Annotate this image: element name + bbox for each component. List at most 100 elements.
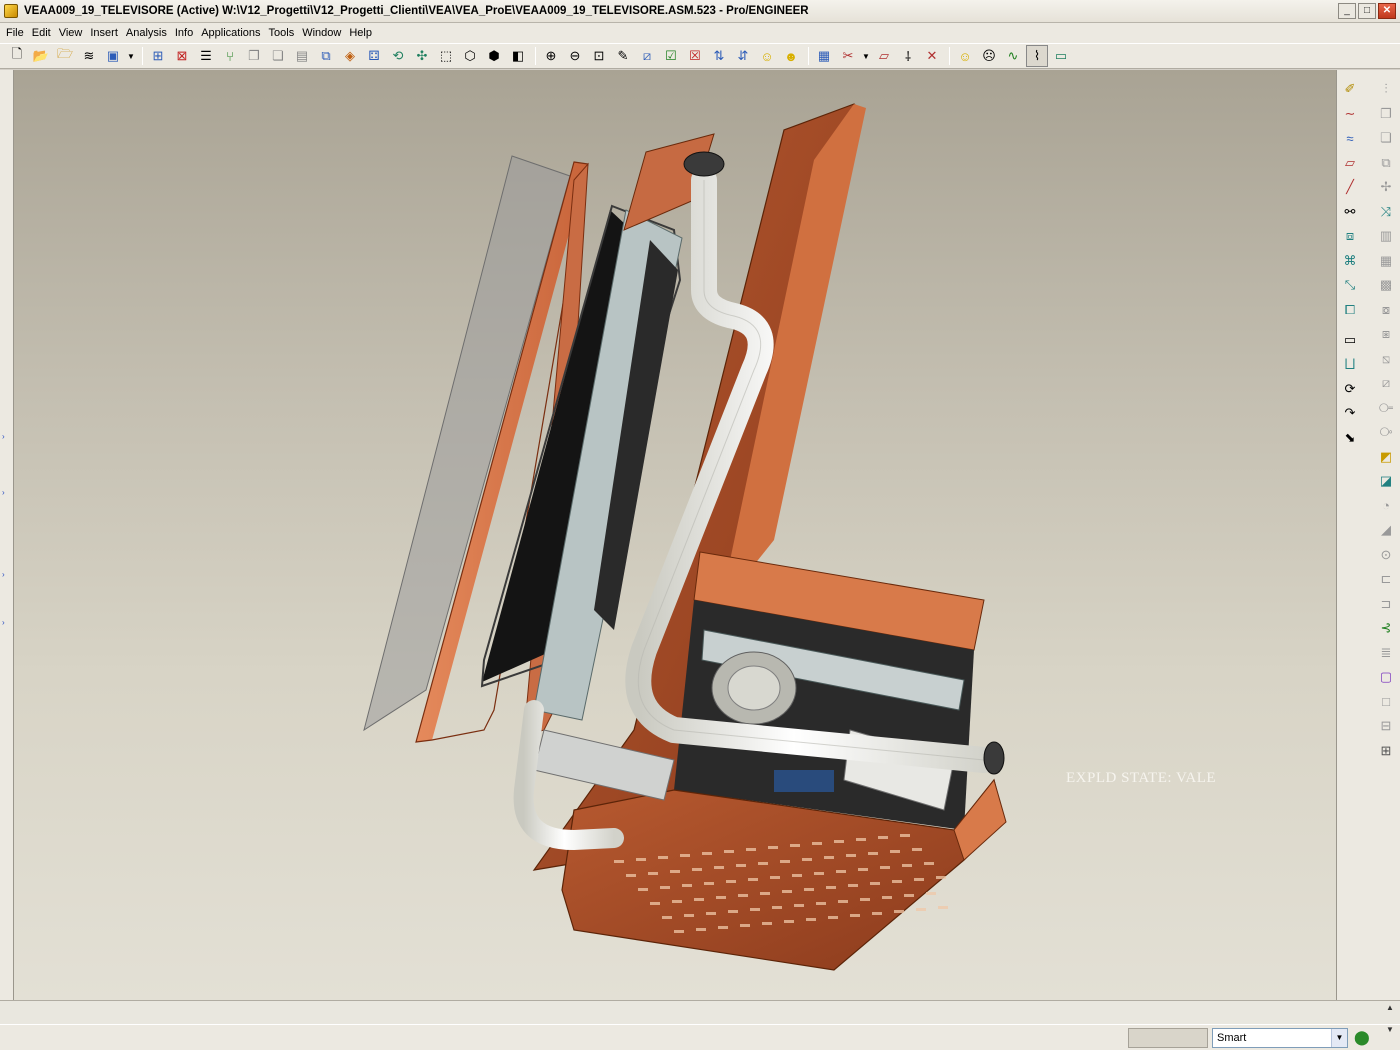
- datum-icon[interactable]: ✣: [411, 45, 433, 67]
- sash-marker-icon[interactable]: ›: [2, 570, 10, 579]
- graphics-viewport[interactable]: EXPLD STATE: VALE: [14, 70, 1336, 1000]
- sketch-plane-icon[interactable]: ✐: [1339, 78, 1361, 100]
- shading-icon[interactable]: ◧: [507, 45, 529, 67]
- curve-icon[interactable]: ∿: [1002, 45, 1024, 67]
- smiley-alt-icon[interactable]: ☻: [780, 45, 802, 67]
- open-recent-icon[interactable]: 🗁: [54, 45, 76, 67]
- menu-edit[interactable]: Edit: [28, 27, 55, 39]
- plane-icon[interactable]: ▱: [1339, 152, 1361, 174]
- shell-icon[interactable]: ⊏: [1375, 568, 1397, 590]
- trim-icon[interactable]: ✂: [837, 45, 859, 67]
- chevron-down-icon[interactable]: ▼: [1331, 1029, 1347, 1047]
- spin-center-icon[interactable]: ⧉: [315, 45, 337, 67]
- close-button[interactable]: ✕: [1378, 3, 1396, 19]
- menu-info[interactable]: Info: [171, 27, 197, 39]
- chamfer-icon[interactable]: ◢: [1375, 519, 1397, 541]
- sash-marker-icon[interactable]: ›: [2, 432, 10, 441]
- regen-status-icon[interactable]: ⬤: [1354, 1029, 1370, 1046]
- group-icon[interactable]: ▥: [1375, 225, 1397, 247]
- save-icon[interactable]: ▣: [102, 45, 124, 67]
- paste-icon[interactable]: ❏: [267, 45, 289, 67]
- message-area[interactable]: ▲: [0, 1000, 1400, 1024]
- mirror-icon[interactable]: ⫶: [1375, 78, 1397, 100]
- sketch-icon[interactable]: ⏥: [873, 45, 895, 67]
- sash-marker-icon[interactable]: ›: [2, 618, 10, 627]
- paste-feature-icon[interactable]: ❏: [1375, 127, 1397, 149]
- explode-icon[interactable]: ◈: [339, 45, 361, 67]
- menu-analysis[interactable]: Analysis: [122, 27, 171, 39]
- minimize-button[interactable]: _: [1338, 3, 1356, 19]
- profile-icon[interactable]: ⨆: [1339, 353, 1361, 375]
- rib-icon[interactable]: ⊐: [1375, 593, 1397, 615]
- model-tree-icon[interactable]: ☰: [195, 45, 217, 67]
- menu-tools[interactable]: Tools: [265, 27, 299, 39]
- view-box-icon[interactable]: ⬚: [435, 45, 457, 67]
- blend-icon[interactable]: ⬊: [1339, 427, 1361, 449]
- paste-special-icon[interactable]: ▤: [291, 45, 313, 67]
- binoculars-icon[interactable]: ⚯: [1339, 201, 1361, 223]
- open-icon[interactable]: 📂: [30, 45, 52, 67]
- point-offset-icon[interactable]: ⤡: [1339, 274, 1361, 296]
- repaint-icon[interactable]: ☑: [660, 45, 682, 67]
- yellow-cube-icon[interactable]: ◩: [1375, 446, 1397, 468]
- saved-views-icon[interactable]: ⧄: [636, 45, 658, 67]
- component-icon[interactable]: ⚃: [363, 45, 385, 67]
- datum-curve-icon[interactable]: ≈: [1339, 127, 1361, 149]
- monitor-icon[interactable]: ▭: [1050, 45, 1072, 67]
- plane-datum-icon[interactable]: ⇅: [708, 45, 730, 67]
- regenerate-icon[interactable]: ⊞: [147, 45, 169, 67]
- shade-icon[interactable]: ⟲: [387, 45, 409, 67]
- reorient-icon[interactable]: ✎: [612, 45, 634, 67]
- smiley-sad-icon[interactable]: ☹: [978, 45, 1000, 67]
- dropdown-icon[interactable]: ▼: [861, 45, 871, 67]
- offset-icon[interactable]: ⧄: [1375, 372, 1397, 394]
- warp-icon[interactable]: ▢: [1375, 666, 1397, 688]
- cyan-cube-icon[interactable]: ◪: [1375, 470, 1397, 492]
- thicken-icon[interactable]: ⧃: [1375, 397, 1397, 419]
- spring-icon[interactable]: ≣: [1375, 642, 1397, 664]
- solidify-icon[interactable]: ⧂: [1375, 421, 1397, 443]
- datum-point-icon[interactable]: ⌘: [1339, 250, 1361, 272]
- menu-applications[interactable]: Applications: [197, 27, 264, 39]
- transform-icon[interactable]: ⤨: [1375, 201, 1397, 223]
- axis-icon[interactable]: ╱: [1339, 176, 1361, 198]
- merge-icon[interactable]: ⧇: [1375, 299, 1397, 321]
- hidden-line-icon[interactable]: ⬡: [459, 45, 481, 67]
- move-icon[interactable]: ✢: [1375, 176, 1397, 198]
- menu-view[interactable]: View: [55, 27, 87, 39]
- maximize-button[interactable]: □: [1358, 3, 1376, 19]
- feature-icon[interactable]: ▦: [1375, 250, 1397, 272]
- trim-feature-icon[interactable]: ⧆: [1375, 323, 1397, 345]
- revolve-icon[interactable]: ⟳: [1339, 378, 1361, 400]
- zoom-out-icon[interactable]: ⊖: [564, 45, 586, 67]
- layers-icon[interactable]: ≋: [78, 45, 100, 67]
- message-scroll-up-icon[interactable]: ▲: [1386, 1003, 1398, 1012]
- new-icon[interactable]: 🗋: [6, 45, 28, 67]
- menu-insert[interactable]: Insert: [86, 27, 122, 39]
- rectangle-icon[interactable]: ▭: [1339, 329, 1361, 351]
- smiley-icon[interactable]: ☺: [756, 45, 778, 67]
- hole-icon[interactable]: ⊙: [1375, 544, 1397, 566]
- save-view-icon[interactable]: ▦: [813, 45, 835, 67]
- refit-icon[interactable]: ⊡: [588, 45, 610, 67]
- sash-marker-icon[interactable]: ›: [2, 488, 10, 497]
- copy-icon[interactable]: ❐: [243, 45, 265, 67]
- menu-help[interactable]: Help: [345, 27, 376, 39]
- dropdown-icon[interactable]: ▼: [126, 45, 136, 67]
- table-icon[interactable]: ⊟: [1375, 715, 1397, 737]
- erase-icon[interactable]: ⊠: [171, 45, 193, 67]
- menu-window[interactable]: Window: [298, 27, 345, 39]
- array-icon[interactable]: ▩: [1375, 274, 1397, 296]
- pattern-icon[interactable]: ⧉: [1375, 152, 1397, 174]
- selection-filter-select[interactable]: Smart ▼: [1212, 1028, 1348, 1048]
- curve-through-points-icon[interactable]: ∼: [1339, 103, 1361, 125]
- note-icon[interactable]: ⊞: [1375, 740, 1397, 762]
- csys-icon[interactable]: ⧈: [1339, 225, 1361, 247]
- draft-icon[interactable]: ⊰: [1375, 617, 1397, 639]
- menu-file[interactable]: File: [2, 27, 28, 39]
- copy-feature-icon[interactable]: ❐: [1375, 103, 1397, 125]
- surface-icon[interactable]: ⧠: [1339, 299, 1361, 321]
- round-icon[interactable]: ◔: [1375, 495, 1397, 517]
- no-hidden-icon[interactable]: ⬢: [483, 45, 505, 67]
- smiley-happy-icon[interactable]: ☺: [954, 45, 976, 67]
